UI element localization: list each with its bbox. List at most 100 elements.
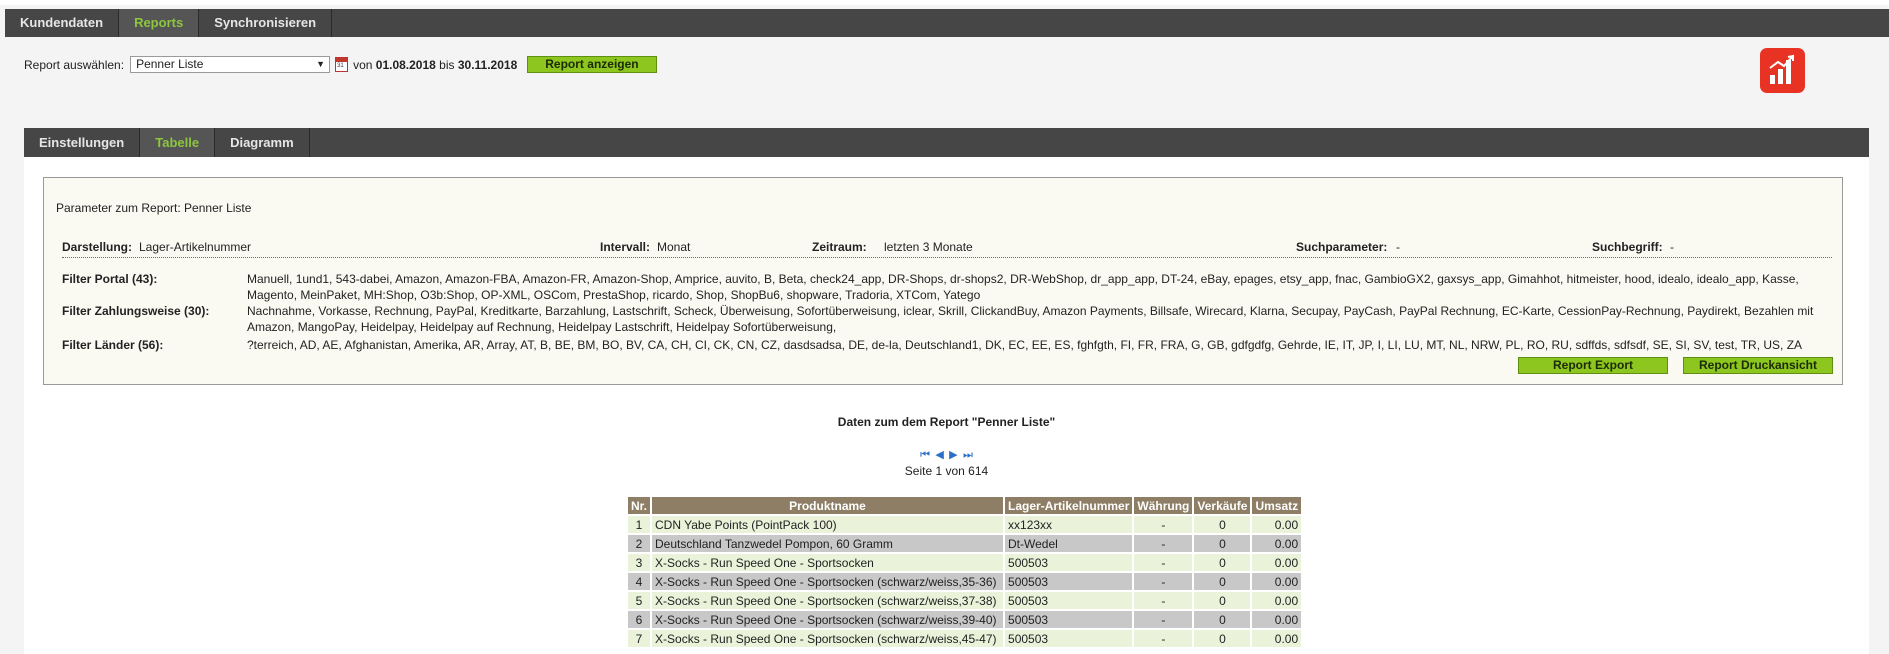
darstellung-value: Lager-Artikelnummer — [139, 240, 252, 254]
cell-verkaeufe: 0 — [1194, 573, 1251, 590]
cell-nr: 4 — [628, 573, 651, 590]
zeitraum-value: letzten 3 Monate — [884, 240, 973, 254]
next-page-icon[interactable]: ▶ — [949, 448, 957, 461]
chevron-down-icon: ▼ — [316, 59, 326, 69]
tab-synchronisieren[interactable]: Synchronisieren — [199, 9, 333, 37]
cell-umsatz: 0.00 — [1252, 573, 1302, 590]
von-text: von — [353, 57, 373, 72]
cell-lager: 500503 — [1005, 611, 1133, 628]
table-row[interactable]: 2 Deutschland Tanzwedel Pompon, 60 Gramm… — [628, 535, 1302, 552]
header-lager-artikelnummer: Lager-Artikelnummer — [1005, 497, 1133, 514]
suchparameter-value: - — [1396, 240, 1400, 254]
cell-umsatz: 0.00 — [1252, 611, 1302, 628]
filter-zahlungsweise-label: Filter Zahlungsweise (30): — [62, 304, 210, 318]
table-row[interactable]: 6 X-Socks - Run Speed One - Sportsocken … — [628, 611, 1302, 628]
cell-lager: 500503 — [1005, 592, 1133, 609]
cell-umsatz: 0.00 — [1252, 592, 1302, 609]
header-verkaeufe: Verkäufe — [1194, 497, 1251, 514]
suchbegriff-label: Suchbegriff: — [1592, 240, 1663, 254]
cell-nr: 1 — [628, 516, 651, 533]
cell-produktname: Deutschland Tanzwedel Pompon, 60 Gramm — [652, 535, 1004, 552]
filter-laender-label: Filter Länder (56): — [62, 338, 164, 352]
cell-waehrung: - — [1134, 573, 1193, 590]
table-row[interactable]: 1 CDN Yabe Points (PointPack 100) xx123x… — [628, 516, 1302, 533]
top-strip — [0, 0, 1889, 5]
tab-kundendaten[interactable]: Kundendaten — [5, 9, 120, 37]
cell-nr: 5 — [628, 592, 651, 609]
cell-waehrung: - — [1134, 535, 1193, 552]
report-table: Nr. Produktname Lager-Artikelnummer Währ… — [626, 495, 1303, 649]
cell-nr: 3 — [628, 554, 651, 571]
cell-umsatz: 0.00 — [1252, 630, 1302, 647]
table-row[interactable]: 4 X-Socks - Run Speed One - Sportsocken … — [628, 573, 1302, 590]
cell-produktname: X-Socks - Run Speed One - Sportsocken (s… — [652, 592, 1004, 609]
cell-verkaeufe: 0 — [1194, 630, 1251, 647]
cell-nr: 6 — [628, 611, 651, 628]
report-print-button[interactable]: Report Druckansicht — [1683, 357, 1833, 374]
first-page-icon[interactable]: ⏮ — [920, 449, 930, 462]
show-report-button[interactable]: Report anzeigen — [527, 56, 657, 73]
parameters-summary-row: Darstellung: Lager-Artikelnummer Interva… — [62, 240, 1832, 258]
report-select-value: Penner Liste — [136, 57, 204, 71]
cell-waehrung: - — [1134, 516, 1193, 533]
cell-lager: xx123xx — [1005, 516, 1133, 533]
cell-waehrung: - — [1134, 630, 1193, 647]
cell-umsatz: 0.00 — [1252, 516, 1302, 533]
cell-waehrung: - — [1134, 592, 1193, 609]
intervall-label: Intervall: — [600, 240, 651, 254]
report-select-dropdown[interactable]: Penner Liste ▼ — [130, 56, 331, 73]
table-row[interactable]: 3 X-Socks - Run Speed One - Sportsocken … — [628, 554, 1302, 571]
zeitraum-label: Zeitraum: — [812, 240, 867, 254]
cell-nr: 7 — [628, 630, 651, 647]
header-produktname: Produktname — [652, 497, 1004, 514]
cell-verkaeufe: 0 — [1194, 611, 1251, 628]
report-export-button[interactable]: Report Export — [1518, 357, 1668, 374]
table-row[interactable]: 5 X-Socks - Run Speed One - Sportsocken … — [628, 592, 1302, 609]
cell-lager: 500503 — [1005, 554, 1133, 571]
cell-verkaeufe: 0 — [1194, 516, 1251, 533]
table-header-row: Nr. Produktname Lager-Artikelnummer Währ… — [628, 497, 1302, 514]
bis-text: bis — [439, 57, 455, 72]
report-select-label: Report auswählen: — [24, 57, 125, 72]
last-page-icon[interactable]: ⏭ — [963, 449, 973, 462]
cell-umsatz: 0.00 — [1252, 554, 1302, 571]
cell-waehrung: - — [1134, 611, 1193, 628]
bar-chart-icon[interactable] — [1760, 48, 1805, 93]
cell-verkaeufe: 0 — [1194, 554, 1251, 571]
cell-nr: 2 — [628, 535, 651, 552]
filter-zahlungsweise-value: Nachnahme, Vorkasse, Rechnung, PayPal, K… — [247, 304, 1814, 334]
date-from: 01.08.2018 — [375, 57, 436, 72]
pagination: ⏮ ◀ ▶ ⏭ — [24, 447, 1869, 462]
page-indicator: Seite 1 von 614 — [904, 464, 989, 478]
header-nr: Nr. — [628, 497, 651, 514]
date-to: 30.11.2018 — [457, 57, 518, 72]
prev-page-icon[interactable]: ◀ — [935, 448, 943, 461]
cell-lager: 500503 — [1005, 573, 1133, 590]
header-waehrung: Währung — [1134, 497, 1193, 514]
calendar-icon[interactable]: 31 — [335, 57, 349, 72]
cell-produktname: X-Socks - Run Speed One - Sportsocken — [652, 554, 1004, 571]
tab-diagramm[interactable]: Diagramm — [215, 128, 310, 157]
parameters-box: Parameter zum Report: Penner Liste Darst… — [43, 177, 1843, 385]
intervall-value: Monat — [657, 240, 691, 254]
darstellung-label: Darstellung: — [62, 240, 133, 254]
table-row[interactable]: 7 X-Socks - Run Speed One - Sportsocken … — [628, 630, 1302, 647]
report-select-row: Report auswählen: Penner Liste ▼ 31 von … — [24, 56, 657, 73]
cell-waehrung: - — [1134, 554, 1193, 571]
cell-lager: 500503 — [1005, 630, 1133, 647]
cell-produktname: X-Socks - Run Speed One - Sportsocken (s… — [652, 611, 1004, 628]
report-panel: Parameter zum Report: Penner Liste Darst… — [24, 157, 1869, 654]
suchbegriff-value: - — [1670, 240, 1674, 254]
cell-produktname: X-Socks - Run Speed One - Sportsocken (s… — [652, 573, 1004, 590]
tab-einstellungen[interactable]: Einstellungen — [24, 128, 141, 157]
suchparameter-label: Suchparameter: — [1296, 240, 1388, 254]
parameters-title: Parameter zum Report: Penner Liste — [56, 201, 252, 215]
header-umsatz: Umsatz — [1252, 497, 1302, 514]
cell-verkaeufe: 0 — [1194, 592, 1251, 609]
tab-reports[interactable]: Reports — [119, 9, 200, 37]
cell-produktname: X-Socks - Run Speed One - Sportsocken (s… — [652, 630, 1004, 647]
date-range: von 01.08.2018 bis 30.11.2018 — [353, 58, 517, 72]
filter-laender-value: ?terreich, AD, AE, Afghanistan, Amerika,… — [247, 338, 1803, 352]
tab-tabelle[interactable]: Tabelle — [140, 128, 216, 157]
cell-produktname: CDN Yabe Points (PointPack 100) — [652, 516, 1004, 533]
